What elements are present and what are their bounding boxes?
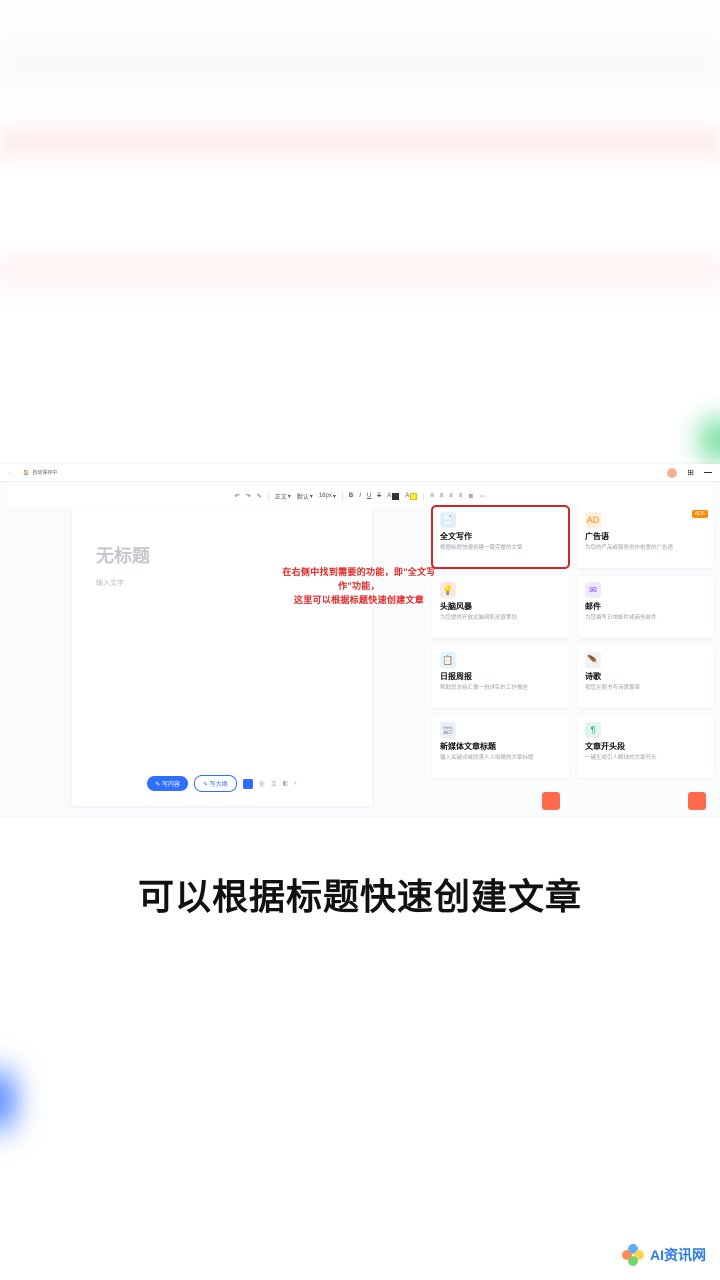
- card-description: 为您撰写日常邮件或商务邮件: [585, 615, 706, 622]
- align-button-2[interactable]: ≡: [440, 493, 444, 499]
- card-title: 全文写作: [440, 531, 561, 542]
- watermark-logo-icon: [622, 1244, 644, 1266]
- card-title: 邮件: [585, 601, 706, 612]
- mode-toggle[interactable]: [243, 779, 253, 789]
- card-icon: ✉: [585, 582, 601, 598]
- card-icon: 🪶: [585, 652, 601, 668]
- app-screenshot: ← 🏠 自动保存中 ⊞ ↶ ↷ ✎ 正文 ▾ 默认 ▾ 16px ▾ B I U…: [0, 464, 720, 816]
- doc-title-placeholder[interactable]: 无标题: [96, 542, 348, 568]
- format-painter-button[interactable]: ✎: [257, 493, 262, 500]
- left-gutter: [0, 506, 72, 816]
- template-card-4[interactable]: 📋 日报周报帮助您总结汇报一份详实的工作报告: [432, 646, 569, 708]
- app-topbar: ← 🏠 自动保存中 ⊞: [0, 464, 720, 482]
- annotation-callout: 在右侧中找到需要的功能，即"全文写作"功能， 这里可以根据标题快速创建文章: [274, 566, 444, 608]
- write-content-button[interactable]: ✎ 写内容: [147, 776, 188, 791]
- strike-button[interactable]: S: [377, 493, 381, 499]
- card-description: 帮助您总结汇报一份详实的工作报告: [440, 685, 561, 692]
- home-icon: 🏠: [23, 470, 29, 476]
- footer-chip-3[interactable]: ◧: [283, 780, 289, 787]
- card-description: 根据标题快速创建一篇完整的文章: [440, 545, 561, 552]
- card-title: 诗歌: [585, 671, 706, 682]
- card-description: 输入关键词或段落人人吸睛的文章标题: [440, 755, 561, 762]
- watermark-text: AI资讯网: [650, 1245, 706, 1265]
- card-title: 广告语: [585, 531, 706, 542]
- card-title: 头脑风暴: [440, 601, 561, 612]
- document-sheet[interactable]: 无标题 输入文字 ✎ 写内容 ✎ 写大纲 全 文 ◧ ›: [72, 506, 372, 806]
- list-button[interactable]: ≣: [468, 493, 473, 500]
- toolbar-more-button[interactable]: ⋯: [479, 493, 485, 500]
- card-icon: 📄: [440, 512, 456, 528]
- template-card-1[interactable]: ADS AD 广告语为您的产品或服务创作创意的广告语: [577, 506, 714, 568]
- align-button-1[interactable]: ≡: [430, 493, 434, 499]
- redo-button[interactable]: ↷: [246, 493, 251, 500]
- minimize-icon[interactable]: [704, 472, 712, 474]
- paragraph-style-select[interactable]: 正文 ▾: [275, 492, 291, 501]
- template-card-0[interactable]: 📄 全文写作根据标题快速创建一篇完整的文章: [432, 506, 569, 568]
- doc-footer-toolbar: ✎ 写内容 ✎ 写大纲 全 文 ◧ ›: [96, 775, 348, 792]
- avatar[interactable]: [667, 468, 677, 478]
- align-button-4[interactable]: ≡: [459, 493, 463, 499]
- template-card-5[interactable]: 🪶 诗歌按您主题书写诗意篇章: [577, 646, 714, 708]
- card-description: 为您的产品或服务创作创意的广告语: [585, 545, 706, 552]
- card-badge: ADS: [692, 510, 708, 518]
- italic-button[interactable]: I: [359, 493, 361, 499]
- template-card-2[interactable]: 💡 头脑风暴为您提供开放式脑洞和灵感策划: [432, 576, 569, 638]
- extra-card-icon-2[interactable]: [688, 792, 706, 810]
- align-button-3[interactable]: ≡: [449, 493, 453, 499]
- extra-card-icon-1[interactable]: [542, 792, 560, 810]
- card-icon: 📰: [440, 722, 456, 738]
- blur-accent-blue: [0, 1040, 20, 1160]
- template-card-6[interactable]: 📰 新媒体文章标题输入关键词或段落人人吸睛的文章标题: [432, 716, 569, 778]
- underline-button[interactable]: U: [367, 493, 371, 499]
- write-outline-button[interactable]: ✎ 写大纲: [194, 775, 237, 792]
- card-icon: 💡: [440, 582, 456, 598]
- autosave-status: 自动保存中: [32, 469, 57, 476]
- card-title: 文章开头段: [585, 741, 706, 752]
- annotation-line-2: 这里可以根据标题快速创建文章: [274, 594, 444, 608]
- card-icon: AD: [585, 512, 601, 528]
- template-card-3[interactable]: ✉ 邮件为您撰写日常邮件或商务邮件: [577, 576, 714, 638]
- apps-grid-icon[interactable]: ⊞: [687, 468, 694, 477]
- back-icon[interactable]: ←: [8, 470, 13, 476]
- card-description: 为您提供开放式脑洞和灵感策划: [440, 615, 561, 622]
- watermark: AI资讯网: [622, 1244, 706, 1266]
- card-description: 按您主题书写诗意篇章: [585, 685, 706, 692]
- text-color-button[interactable]: A: [387, 493, 399, 500]
- highlight-color-button[interactable]: A: [405, 493, 417, 500]
- footer-next-icon[interactable]: ›: [294, 780, 296, 787]
- font-family-select[interactable]: 默认 ▾: [297, 492, 313, 501]
- card-description: 一键生成引人眼球的文章开头: [585, 755, 706, 762]
- breadcrumb[interactable]: 🏠 自动保存中: [23, 469, 57, 476]
- font-size-select[interactable]: 16px ▾: [319, 493, 336, 500]
- template-card-7[interactable]: ¶ 文章开头段一键生成引人眼球的文章开头: [577, 716, 714, 778]
- annotation-line-1: 在右侧中找到需要的功能，即"全文写作"功能，: [274, 566, 444, 594]
- card-title: 新媒体文章标题: [440, 741, 561, 752]
- footer-chip-1[interactable]: 全: [259, 779, 265, 788]
- formatting-toolbar: ↶ ↷ ✎ 正文 ▾ 默认 ▾ 16px ▾ B I U S A A ≡ ≡ ≡…: [8, 486, 712, 506]
- card-icon: ¶: [585, 722, 601, 738]
- card-title: 日报周报: [440, 671, 561, 682]
- video-caption: 可以根据标题快速创建文章: [0, 868, 720, 920]
- bold-button[interactable]: B: [349, 493, 353, 499]
- footer-chip-2[interactable]: 文: [271, 779, 277, 788]
- template-cards-grid: 📄 全文写作根据标题快速创建一篇完整的文章 ADS AD 广告语为您的产品或服务创作创意…: [432, 506, 714, 778]
- undo-button[interactable]: ↶: [235, 493, 240, 500]
- card-icon: 📋: [440, 652, 456, 668]
